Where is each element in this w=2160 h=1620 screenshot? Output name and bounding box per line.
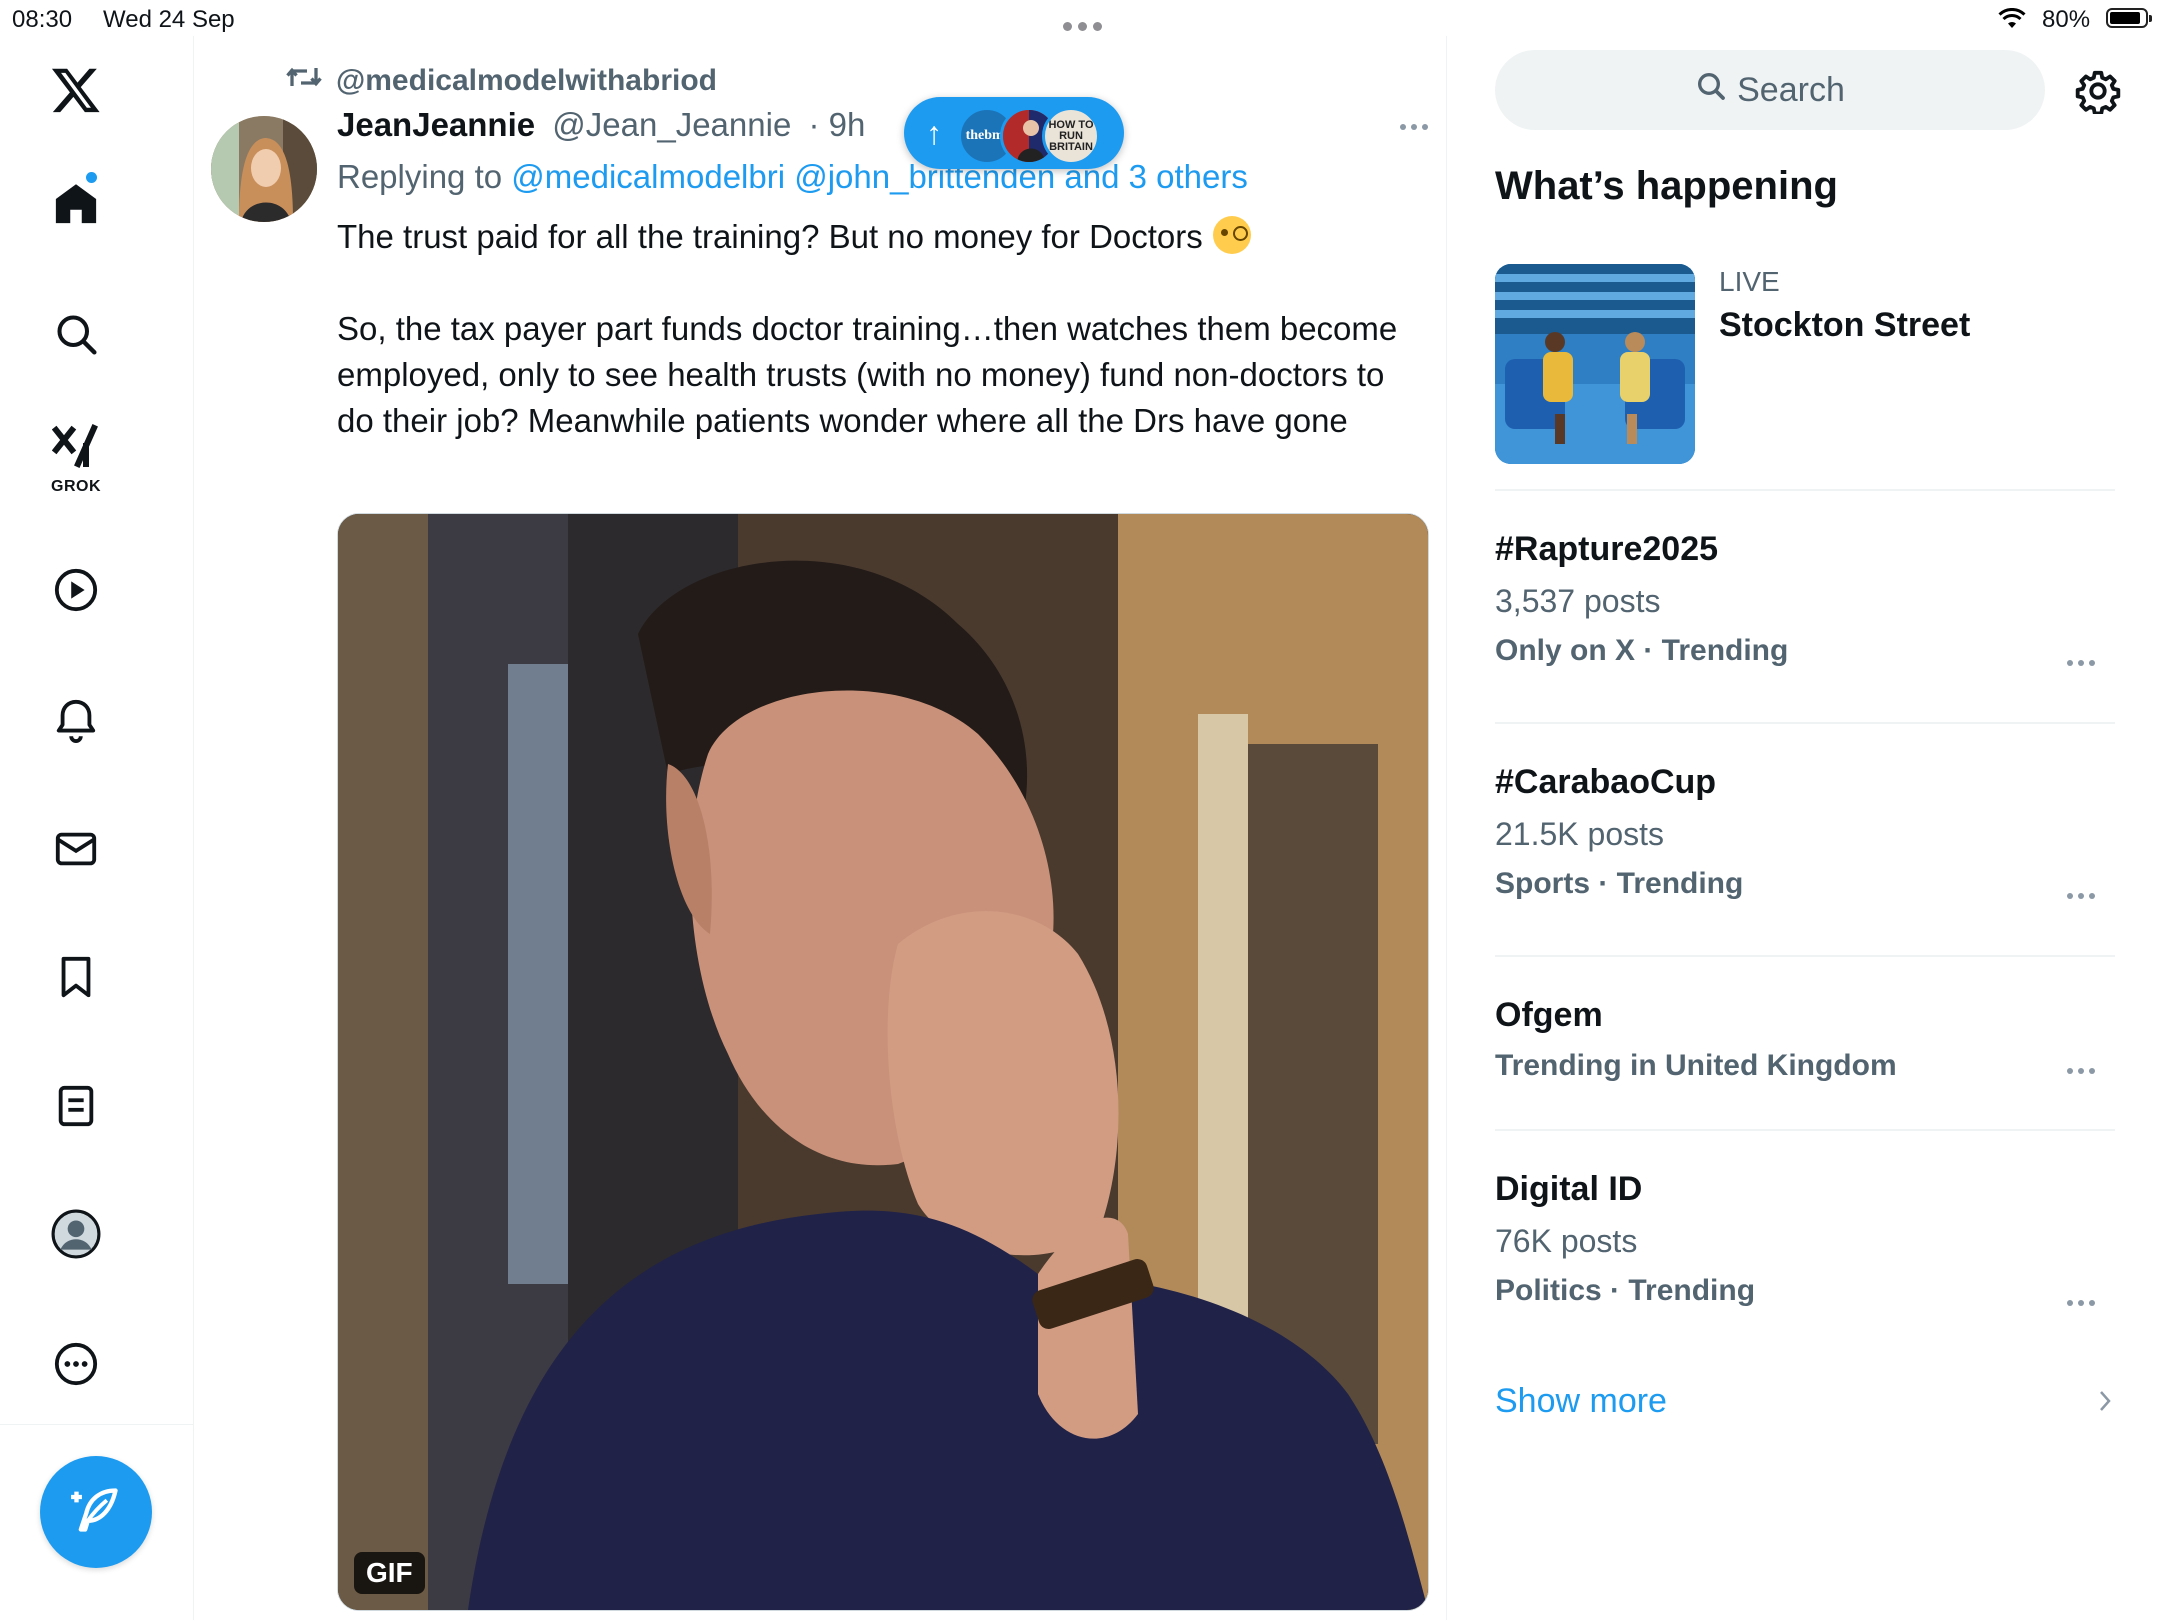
compose-feather-icon (70, 1484, 122, 1541)
status-date: Wed 24 Sep (103, 6, 235, 33)
grok-icon (52, 424, 100, 470)
trend-item[interactable]: #Rapture2025 3,537 posts Only on X · Tre… (1495, 530, 2115, 668)
post-time: · 9h (808, 106, 866, 143)
status-bar: 08:30 Wed 24 Sep 80% (0, 0, 2160, 36)
trend-more-button[interactable] (2067, 1300, 2095, 1306)
trend-more-button[interactable] (2067, 893, 2095, 899)
search-input[interactable]: Search (1495, 50, 2045, 130)
trend-category: Trending in United Kingdom (1495, 1049, 1897, 1082)
trend-item[interactable]: Ofgem Trending in United Kingdom (1495, 996, 2115, 1083)
trend-more-button[interactable] (2067, 660, 2095, 666)
repost-context[interactable]: @medicalmodelwithabriod (286, 62, 717, 100)
new-posts-pill[interactable]: ↑ thebmj HOW TO RUN BRITAIN (904, 97, 1124, 169)
play-icon (53, 567, 99, 613)
post-text-body: So, the tax payer part funds doctor trai… (337, 310, 1398, 439)
mail-icon (53, 826, 99, 872)
trend-item[interactable]: Digital ID 76K posts Politics · Trending (1495, 1170, 2115, 1308)
status-time: 08:30 (12, 6, 73, 33)
search-icon (1695, 70, 1737, 111)
post-text: The trust paid for all the training? But… (337, 214, 1427, 444)
author-avatar[interactable] (211, 116, 317, 222)
nav-profile[interactable] (26, 1194, 126, 1274)
multitasking-dots[interactable] (1060, 10, 1105, 38)
nav-grok[interactable]: GROK (26, 416, 126, 496)
trend-category: Sports · Trending (1495, 867, 1744, 900)
search-placeholder: Search (1737, 70, 1845, 109)
whats-happening-title: What’s happening (1495, 164, 1838, 208)
nav-messages[interactable] (26, 809, 126, 889)
post-more-button[interactable] (1400, 124, 1428, 130)
monocle-face-emoji-icon (1212, 216, 1251, 254)
divider (1495, 1129, 2115, 1131)
battery-percent: 80% (2042, 6, 2091, 33)
trend-item[interactable]: #CarabaoCup 21.5K posts Sports · Trendin… (1495, 763, 2115, 901)
bell-icon (53, 697, 99, 743)
battery-icon (2106, 8, 2152, 28)
post-age: 9h (828, 106, 866, 143)
repost-icon (286, 62, 322, 100)
nav-notifications[interactable] (26, 680, 126, 760)
notification-dot (86, 172, 97, 183)
left-nav: GROK (0, 36, 194, 1620)
repost-user: @medicalmodelwithabriod (336, 64, 717, 97)
search-icon (54, 312, 98, 356)
nav-more[interactable] (26, 1324, 126, 1404)
replying-to-users[interactable]: @medicalmodelbri @john_brittenden and 3 … (511, 158, 1248, 195)
gif-badge: GIF (354, 1552, 425, 1594)
timeline-column: @medicalmodelwithabriod JeanJeannie @Jea… (194, 36, 1447, 1620)
nav-lists[interactable] (26, 1066, 126, 1146)
arrow-up-icon: ↑ (926, 115, 942, 151)
trend-name: #CarabaoCup (1495, 763, 1717, 801)
live-event-thumbnail (1495, 264, 1695, 464)
post-text-line1: The trust paid for all the training? But… (337, 218, 1203, 255)
new-post-avatar: HOW TO RUN BRITAIN (1042, 107, 1100, 165)
trend-category: Politics · Trending (1495, 1274, 1756, 1307)
right-sidebar: Search What’s happening LIVE Stockton St… (1447, 36, 2160, 1620)
post-gif[interactable]: GIF (337, 513, 1429, 1611)
chevron-right-icon (2095, 1386, 2115, 1425)
show-more-link[interactable]: Show more (1495, 1382, 2115, 1421)
profile-avatar-icon (51, 1209, 101, 1259)
live-label: LIVE (1719, 266, 1780, 297)
replying-to-prefix: Replying to (337, 158, 503, 195)
home-icon (53, 181, 99, 227)
gear-icon[interactable] (2075, 68, 2121, 119)
list-icon (53, 1083, 99, 1129)
live-event-card[interactable]: LIVE Stockton Street (1495, 264, 2115, 464)
show-more-label: Show more (1495, 1382, 1667, 1420)
grok-label: GROK (51, 478, 101, 495)
bookmark-icon (53, 954, 99, 1000)
divider (1495, 955, 2115, 957)
divider (1495, 722, 2115, 724)
wifi-icon (1998, 7, 2026, 37)
nav-explore[interactable] (26, 294, 126, 374)
trend-posts: 76K posts (1495, 1223, 1638, 1259)
nav-home[interactable] (26, 164, 126, 244)
replying-to: Replying to @medicalmodelbri @john_britt… (337, 158, 1248, 196)
trend-category: Only on X · Trending (1495, 634, 1789, 667)
live-event-title: Stockton Street (1719, 306, 1971, 344)
trend-name: #Rapture2025 (1495, 530, 1719, 568)
trend-more-button[interactable] (2067, 1068, 2095, 1074)
nav-divider (0, 1424, 193, 1425)
x-logo-icon[interactable] (26, 50, 126, 130)
compose-button[interactable] (40, 1456, 152, 1568)
trend-name: Digital ID (1495, 1170, 1643, 1208)
divider (1495, 489, 2115, 491)
trend-name: Ofgem (1495, 996, 1603, 1034)
author-handle[interactable]: @Jean_Jeannie (552, 106, 791, 143)
nav-video[interactable] (26, 550, 126, 630)
nav-bookmarks[interactable] (26, 937, 126, 1017)
trend-posts: 3,537 posts (1495, 583, 1661, 619)
author-row: JeanJeannie @Jean_Jeannie · 9h (337, 106, 865, 144)
more-circle-icon (53, 1341, 99, 1387)
trend-posts: 21.5K posts (1495, 816, 1664, 852)
author-name[interactable]: JeanJeannie (337, 106, 535, 143)
